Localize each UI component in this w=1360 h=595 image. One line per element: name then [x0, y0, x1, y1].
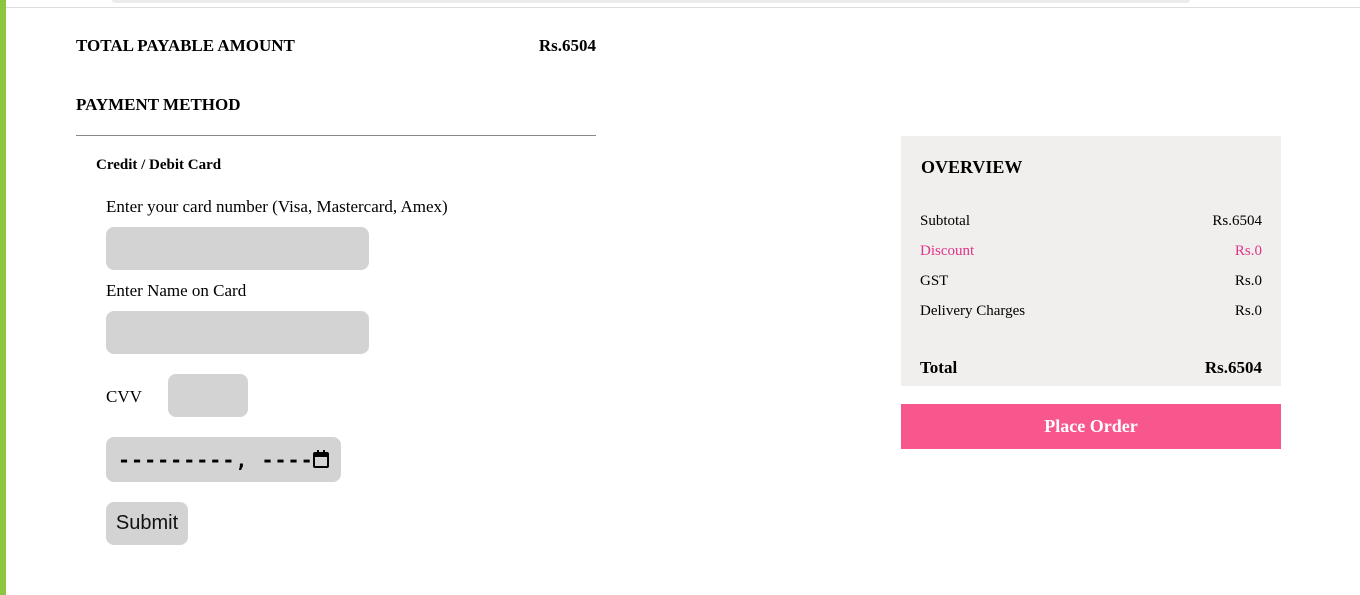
overview-row-subtotal: Subtotal Rs.6504: [920, 213, 1262, 230]
total-label: Total: [920, 358, 958, 377]
discount-label: Discount: [920, 243, 975, 259]
delivery-charges-value: Rs.0: [1234, 303, 1262, 319]
cvv-input[interactable]: [168, 374, 248, 417]
total-payable-row: TOTAL PAYABLE AMOUNT Rs.6504: [76, 36, 596, 56]
subtotal-label: Subtotal: [920, 213, 971, 229]
calendar-icon[interactable]: [313, 450, 329, 468]
cvv-label: CVV: [106, 387, 142, 406]
total-payable-value: Rs.6504: [538, 36, 596, 55]
card-number-label: Enter your card number (Visa, Mastercard…: [106, 197, 448, 216]
subtotal-value: Rs.6504: [1212, 213, 1262, 229]
overview-title: OVERVIEW: [921, 157, 1023, 177]
card-number-input[interactable]: [106, 227, 369, 270]
gst-label: GST: [920, 273, 949, 289]
place-order-button[interactable]: Place Order: [901, 404, 1281, 449]
header-divider: [6, 7, 1360, 8]
order-overview-panel: OVERVIEW Subtotal Rs.6504 Discount Rs.0 …: [901, 136, 1281, 386]
delivery-charges-label: Delivery Charges: [920, 303, 1026, 319]
discount-value: Rs.0: [1234, 243, 1262, 259]
total-payable-label: TOTAL PAYABLE AMOUNT: [76, 36, 295, 55]
expiry-date-input[interactable]: ---------, ----: [106, 437, 341, 482]
payment-divider: [76, 135, 596, 136]
name-on-card-label: Enter Name on Card: [106, 281, 247, 300]
payment-method-heading: PAYMENT METHOD: [76, 95, 241, 114]
overview-row-total: Total Rs.6504: [920, 358, 1262, 378]
top-search-bar-edge: [112, 0, 1190, 3]
overview-row-gst: GST Rs.0: [920, 273, 1262, 290]
left-accent-bar: [0, 0, 6, 595]
overview-row-discount: Discount Rs.0: [920, 243, 1262, 260]
overview-row-delivery: Delivery Charges Rs.0: [920, 303, 1262, 320]
submit-button[interactable]: Submit: [106, 502, 188, 545]
name-on-card-input[interactable]: [106, 311, 369, 354]
checkout-page: TOTAL PAYABLE AMOUNT Rs.6504 PAYMENT MET…: [0, 0, 1360, 595]
gst-value: Rs.0: [1234, 273, 1262, 289]
card-section-title: Credit / Debit Card: [96, 157, 222, 173]
total-value: Rs.6504: [1204, 358, 1262, 377]
expiry-date-placeholder: ---------, ----: [118, 447, 314, 472]
